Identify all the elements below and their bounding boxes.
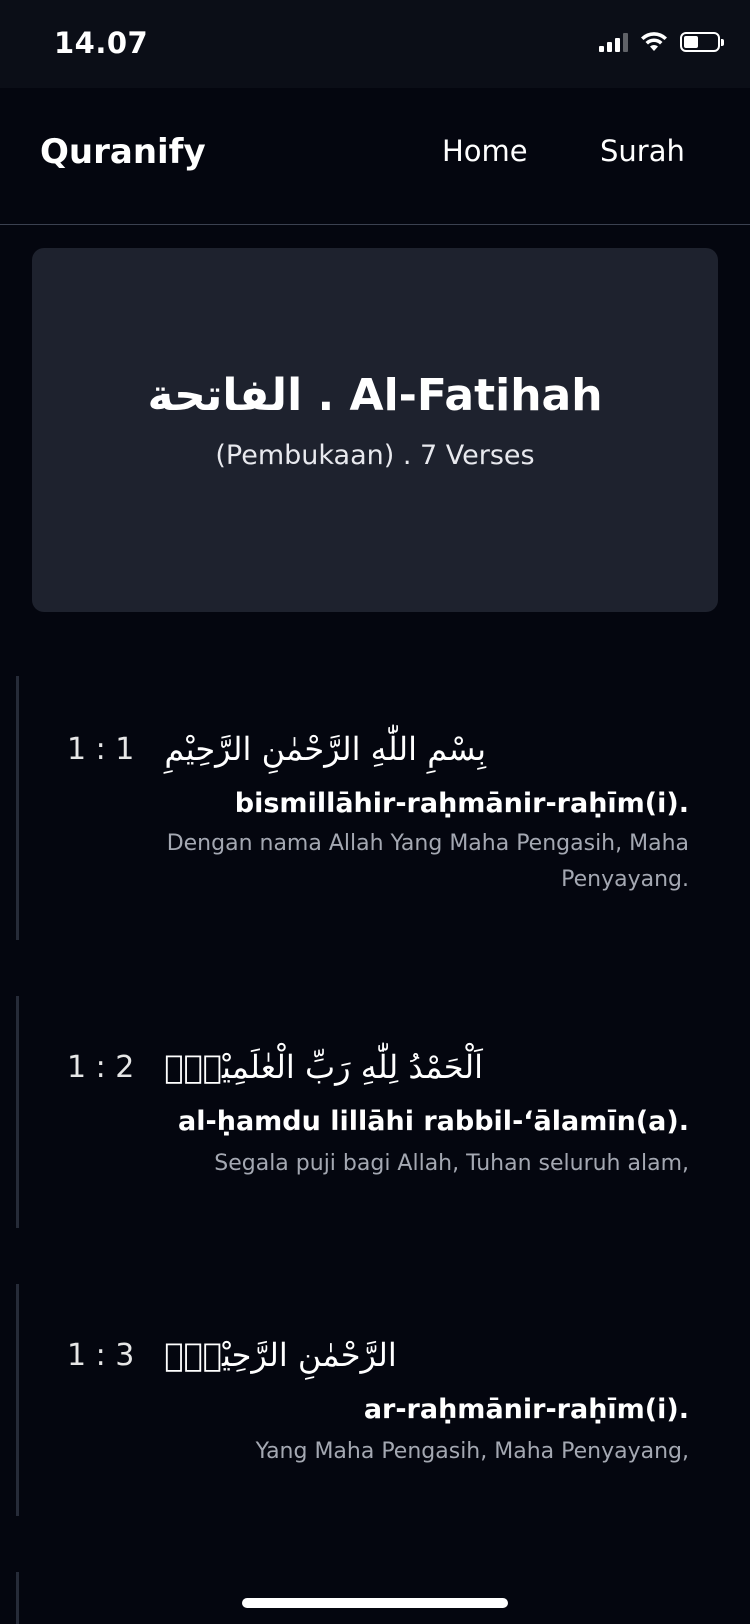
verse-number: 1 : 1 (67, 731, 135, 767)
verse-arabic-text: اَلْحَمْدُ لِلّٰهِ رَبِّ الْعٰلَمِيْنَۙ (164, 1048, 483, 1086)
cellular-signal-icon (599, 32, 628, 52)
verse-arabic-text: الرَّحْمٰنِ الرَّحِيْمِۙ (164, 1336, 397, 1374)
status-icons (599, 32, 724, 52)
battery-icon (680, 32, 724, 52)
wifi-icon (641, 32, 667, 51)
verse-translation: Yang Maha Pengasih, Maha Penyayang, (255, 1439, 689, 1464)
surah-title: الفاتحة . Al-Fatihah (147, 370, 603, 421)
home-indicator[interactable] (242, 1598, 508, 1608)
verse-item: 1 : 2 اَلْحَمْدُ لِلّٰهِ رَبِّ الْعٰلَمِ… (16, 996, 719, 1228)
verse-number: 1 : 2 (67, 1049, 135, 1085)
brand-logo[interactable]: Quranify (40, 132, 206, 172)
verse-transliteration: ar-raḥmānir-raḥīm(i). (363, 1394, 689, 1425)
verse-transliteration: bismillāhir-raḥmānir-raḥīm(i). (234, 788, 689, 819)
nav-link-surah[interactable]: Surah (600, 134, 685, 168)
surah-header-card: الفاتحة . Al-Fatihah (Pembukaan) . 7 Ver… (32, 248, 718, 612)
verse-translation: Dengan nama Allah Yang Maha Pengasih, Ma… (166, 831, 689, 892)
verse-transliteration: al-ḥamdu lillāhi rabbil-‘ālamīn(a). (178, 1106, 689, 1137)
verse-number: 1 : 3 (67, 1337, 135, 1373)
top-navbar: Quranify Home Surah (0, 88, 750, 225)
verse-item: 1 : 3 الرَّحْمٰنِ الرَّحِيْمِۙ ar-raḥmān… (16, 1284, 719, 1516)
nav-link-home[interactable]: Home (442, 134, 528, 168)
verse-arabic-text: بِسْمِ اللّٰهِ الرَّحْمٰنِ الرَّحِيْمِ (164, 730, 486, 768)
verse-translation: Segala puji bagi Allah, Tuhan seluruh al… (214, 1151, 689, 1176)
status-bar: 14.07 (0, 0, 750, 88)
status-time: 14.07 (54, 26, 149, 60)
surah-subtitle: (Pembukaan) . 7 Verses (215, 440, 535, 471)
verse-item: 1 : 1 بِسْمِ اللّٰهِ الرَّحْمٰنِ الرَّحِ… (16, 676, 719, 940)
